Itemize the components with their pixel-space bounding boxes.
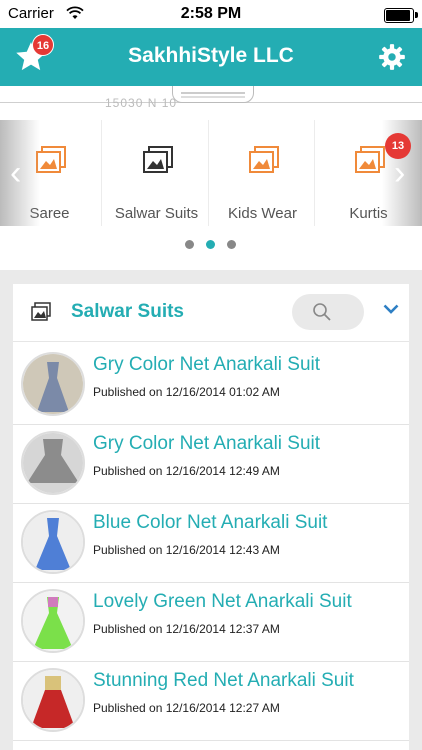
category-kids-wear[interactable]: Kids Wear (211, 120, 315, 226)
search-icon (313, 303, 331, 321)
list-item[interactable]: Gry Color Net Anarkali Suit Published on… (13, 425, 409, 504)
image-icon (36, 146, 66, 173)
section-card: Salwar Suits Gry Color Net Anarkali Suit… (13, 284, 409, 750)
list-item[interactable]: Gry Color Net Anarkali Suit Published on… (13, 346, 409, 425)
category-salwar-suits[interactable]: Salwar Suits (105, 120, 209, 226)
chevron-down-icon[interactable] (383, 304, 399, 314)
item-title: Gry Color Net Anarkali Suit (93, 354, 321, 375)
item-title: Lovely Green Net Anarkali Suit (93, 591, 352, 612)
item-thumbnail (21, 431, 85, 495)
item-thumbnail (21, 589, 85, 653)
category-label: Salwar Suits (114, 205, 199, 222)
item-date: Published on 12/16/2014 12:49 AM (93, 464, 280, 478)
item-title: Blue Color Net Anarkali Suit (93, 512, 328, 533)
clock: 2:58 PM (180, 5, 242, 22)
chevron-right-icon[interactable]: › (394, 156, 405, 190)
item-title: Stunning Red Net Anarkali Suit (93, 670, 354, 691)
item-thumbnail (21, 510, 85, 574)
battery-icon (384, 8, 418, 23)
store-banner: 15030 N 10 (0, 86, 422, 120)
image-icon (31, 302, 51, 321)
item-title: Gry Color Net Anarkali Suit (93, 433, 321, 454)
image-icon (355, 146, 385, 173)
pager-dot[interactable] (185, 240, 194, 249)
list-item[interactable]: Lovely Green Net Anarkali Suit Published… (13, 583, 409, 662)
category-carousel[interactable]: Saree Salwar Suits Kids Wear Kurtis ‹ › (0, 120, 422, 226)
image-icon (143, 146, 173, 173)
banner-address: 15030 N 10 (105, 96, 178, 110)
image-icon (249, 146, 279, 173)
search-button[interactable] (292, 294, 364, 330)
item-date: Published on 12/16/2014 12:43 AM (93, 543, 280, 557)
status-bar: Carrier 2:58 PM (0, 0, 422, 28)
item-date: Published on 12/16/2014 12:27 AM (93, 701, 280, 715)
category-badge: 13 (385, 133, 411, 159)
pager-dot-active[interactable] (206, 240, 215, 249)
app-header: 16 SakhhiStyle LLC (0, 28, 422, 86)
section-title: Salwar Suits (71, 301, 184, 322)
section-gap (0, 270, 422, 284)
list-item[interactable]: Blue Color Net Anarkali Suit Published o… (13, 504, 409, 583)
category-label: Kids Wear (228, 205, 297, 222)
chevron-left-icon[interactable]: ‹ (10, 156, 21, 190)
item-date: Published on 12/16/2014 01:02 AM (93, 385, 280, 399)
item-thumbnail (21, 352, 85, 416)
list-item[interactable]: Stunning Red Net Anarkali Suit Published… (13, 662, 409, 741)
settings-gear-icon[interactable] (378, 43, 406, 71)
app-title: SakhhiStyle LLC (128, 44, 294, 67)
pager-dot[interactable] (227, 240, 236, 249)
item-thumbnail (21, 668, 85, 732)
section-header[interactable]: Salwar Suits (13, 284, 409, 342)
carousel-pager[interactable] (0, 226, 422, 270)
item-date: Published on 12/16/2014 12:37 AM (93, 622, 280, 636)
banner-pull-tab[interactable] (172, 86, 254, 103)
